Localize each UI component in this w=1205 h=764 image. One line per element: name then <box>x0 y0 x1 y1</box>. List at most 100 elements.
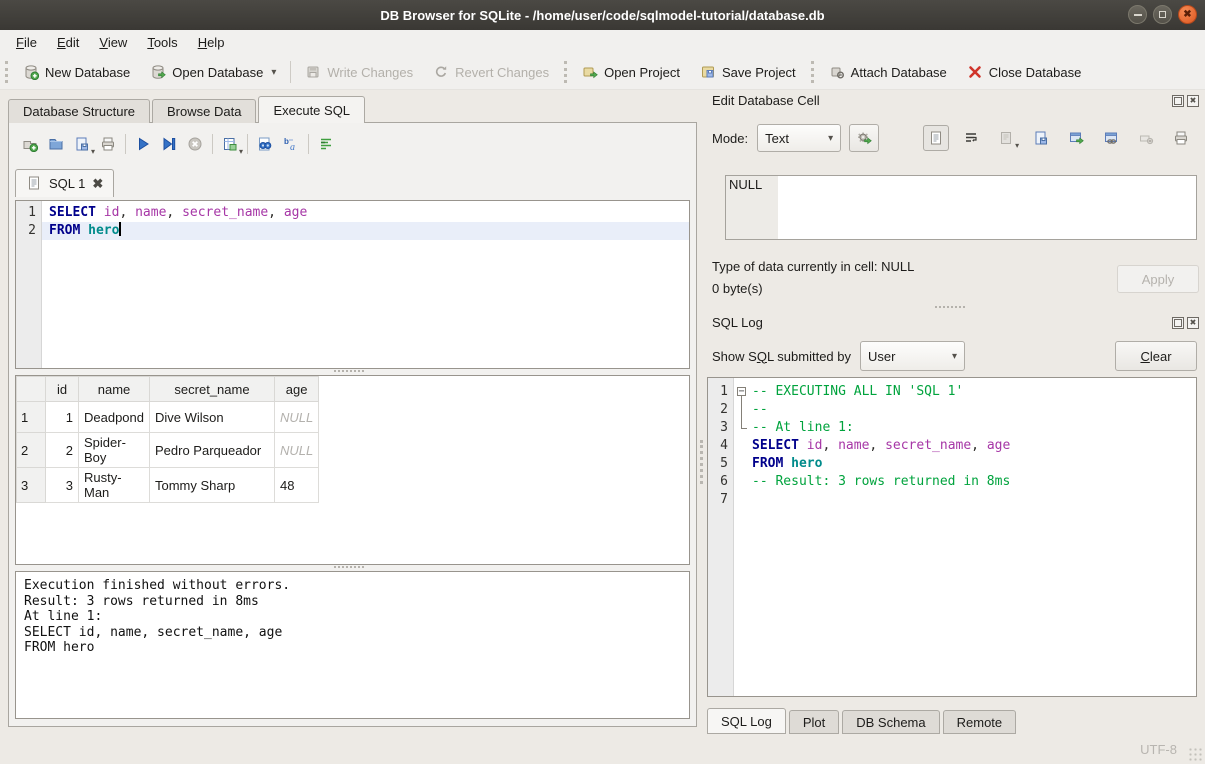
revert-changes-button[interactable]: Revert Changes <box>427 60 555 84</box>
apply-button[interactable]: Apply <box>1117 265 1199 293</box>
apply-mode-button[interactable] <box>849 124 879 152</box>
column-header-secret_name[interactable]: secret_name <box>150 377 275 402</box>
close-database-button[interactable]: Close Database <box>961 60 1088 84</box>
column-header-age[interactable]: age <box>275 377 319 402</box>
table-cell[interactable]: Tommy Sharp <box>150 468 275 503</box>
new-sql-tab-button[interactable] <box>17 131 43 157</box>
table-cell[interactable]: NULL <box>275 433 319 468</box>
menu-tools[interactable]: Tools <box>137 32 187 53</box>
submitted-by-select[interactable]: User ▾ <box>860 341 965 371</box>
auto-complete-button[interactable]: ba <box>278 131 304 157</box>
import-file-button[interactable]: ▾ <box>993 125 1019 151</box>
tab-browse-data[interactable]: Browse Data <box>152 99 256 123</box>
link-button[interactable] <box>1098 125 1124 151</box>
save-as-button[interactable] <box>1028 125 1054 151</box>
menu-view[interactable]: View <box>89 32 137 53</box>
column-header-id[interactable]: id <box>46 377 79 402</box>
cell-toolbar: ▾ <box>923 125 1194 151</box>
corner-header[interactable] <box>17 377 46 402</box>
tab-execute-sql[interactable]: Execute SQL <box>258 96 365 123</box>
close-dock-icon[interactable]: ✖ <box>1187 95 1199 107</box>
bottom-dock-tabs: SQL LogPlotDB SchemaRemote <box>707 708 1019 734</box>
execute-all-button[interactable] <box>130 131 156 157</box>
menu-file[interactable]: File <box>6 32 47 53</box>
toolbar-handle <box>564 61 567 83</box>
table-cell[interactable]: Rusty-Man <box>79 468 150 503</box>
print-button[interactable] <box>1168 125 1194 151</box>
table-cell[interactable]: 3 <box>46 468 79 503</box>
table-row: 33Rusty-ManTommy Sharp48 <box>17 468 319 503</box>
pane-splitter[interactable] <box>700 440 703 484</box>
close-button[interactable]: ✖ <box>1178 5 1197 24</box>
cell-editor[interactable]: NULL <box>725 175 1197 240</box>
maximize-button[interactable] <box>1153 5 1172 24</box>
line-number: 1 <box>708 383 728 401</box>
write-changes-icon <box>305 64 321 80</box>
cell-size-info: 0 byte(s) <box>712 281 763 296</box>
table-cell[interactable]: 1 <box>46 402 79 433</box>
export-cell-button[interactable] <box>1063 125 1089 151</box>
mode-select[interactable]: Text ▾ <box>757 124 841 152</box>
tab-database-structure[interactable]: Database Structure <box>8 99 150 123</box>
collapse-icon[interactable]: − <box>737 387 746 396</box>
save-project-button[interactable]: Save Project <box>694 60 802 84</box>
column-header-name[interactable]: name <box>79 377 150 402</box>
svg-text:b: b <box>284 137 289 146</box>
table-cell[interactable]: 48 <box>275 468 319 503</box>
save-results-button[interactable]: ▾ <box>217 131 243 157</box>
dock-tab-plot[interactable]: Plot <box>789 710 839 734</box>
float-dock-icon[interactable] <box>1172 317 1184 329</box>
editor-code[interactable]: SELECT id, name, secret_name, ageFROM he… <box>42 201 689 368</box>
minimize-button[interactable] <box>1128 5 1147 24</box>
table-cell[interactable]: 2 <box>46 433 79 468</box>
edit-cell-title: Edit Database Cell <box>712 93 1169 108</box>
write-changes-button[interactable]: Write Changes <box>299 60 419 84</box>
toolbar-handle <box>811 61 814 83</box>
set-null-button[interactable] <box>1133 125 1159 151</box>
open-database-button[interactable]: Open Database▾ <box>144 60 282 84</box>
word-wrap-button[interactable] <box>958 125 984 151</box>
float-dock-icon[interactable] <box>1172 95 1184 107</box>
table-cell[interactable]: Deadpond <box>79 402 150 433</box>
code-line[interactable]: FROM hero <box>42 222 689 240</box>
line-number: 5 <box>708 455 728 473</box>
menu-edit[interactable]: Edit <box>47 32 89 53</box>
menu-help[interactable]: Help <box>188 32 235 53</box>
new-database-button[interactable]: New Database <box>17 60 136 84</box>
open-project-button[interactable]: Open Project <box>576 60 686 84</box>
fold-margin[interactable]: − <box>734 383 752 401</box>
print-button[interactable] <box>95 131 121 157</box>
save-as-icon <box>1033 130 1049 146</box>
execute-current-line-button[interactable] <box>156 131 182 157</box>
open-sql-file-button[interactable] <box>43 131 69 157</box>
stop-button[interactable] <box>182 131 208 157</box>
chevron-down-icon[interactable]: ▾ <box>239 147 243 156</box>
row-header[interactable]: 3 <box>17 468 46 503</box>
splitter-grip[interactable] <box>935 306 965 311</box>
table-cell[interactable]: Pedro Parqueador <box>150 433 275 468</box>
dock-tab-db-schema[interactable]: DB Schema <box>842 710 939 734</box>
attach-database-button[interactable]: Attach Database <box>823 60 953 84</box>
close-dock-icon[interactable]: ✖ <box>1187 317 1199 329</box>
resize-grip[interactable] <box>1188 747 1202 761</box>
dock-tab-remote[interactable]: Remote <box>943 710 1017 734</box>
table-row: 22Spider-BoyPedro ParqueadorNULL <box>17 433 319 468</box>
table-cell[interactable]: Spider-Boy <box>79 433 150 468</box>
row-header[interactable]: 1 <box>17 402 46 433</box>
code-line[interactable]: SELECT id, name, secret_name, age <box>42 204 689 222</box>
find-replace-button[interactable] <box>252 131 278 157</box>
format-lines-button[interactable] <box>313 131 339 157</box>
sql-editor[interactable]: 12 SELECT id, name, secret_name, ageFROM… <box>15 200 690 369</box>
clear-button[interactable]: Clear <box>1115 341 1197 371</box>
tab-sql-1[interactable]: SQL 1 ✖ <box>15 169 114 197</box>
row-header[interactable]: 2 <box>17 433 46 468</box>
text-mode-button[interactable] <box>923 125 949 151</box>
table-cell[interactable]: Dive Wilson <box>150 402 275 433</box>
table-cell[interactable]: NULL <box>275 402 319 433</box>
fold-margin <box>734 419 752 437</box>
save-sql-file-button[interactable]: ▾ <box>69 131 95 157</box>
dock-tab-sql-log[interactable]: SQL Log <box>707 708 786 734</box>
cell-type-info: Type of data currently in cell: NULL <box>712 259 914 274</box>
close-tab-icon[interactable]: ✖ <box>92 177 103 190</box>
chevron-down-icon[interactable]: ▾ <box>271 67 276 78</box>
